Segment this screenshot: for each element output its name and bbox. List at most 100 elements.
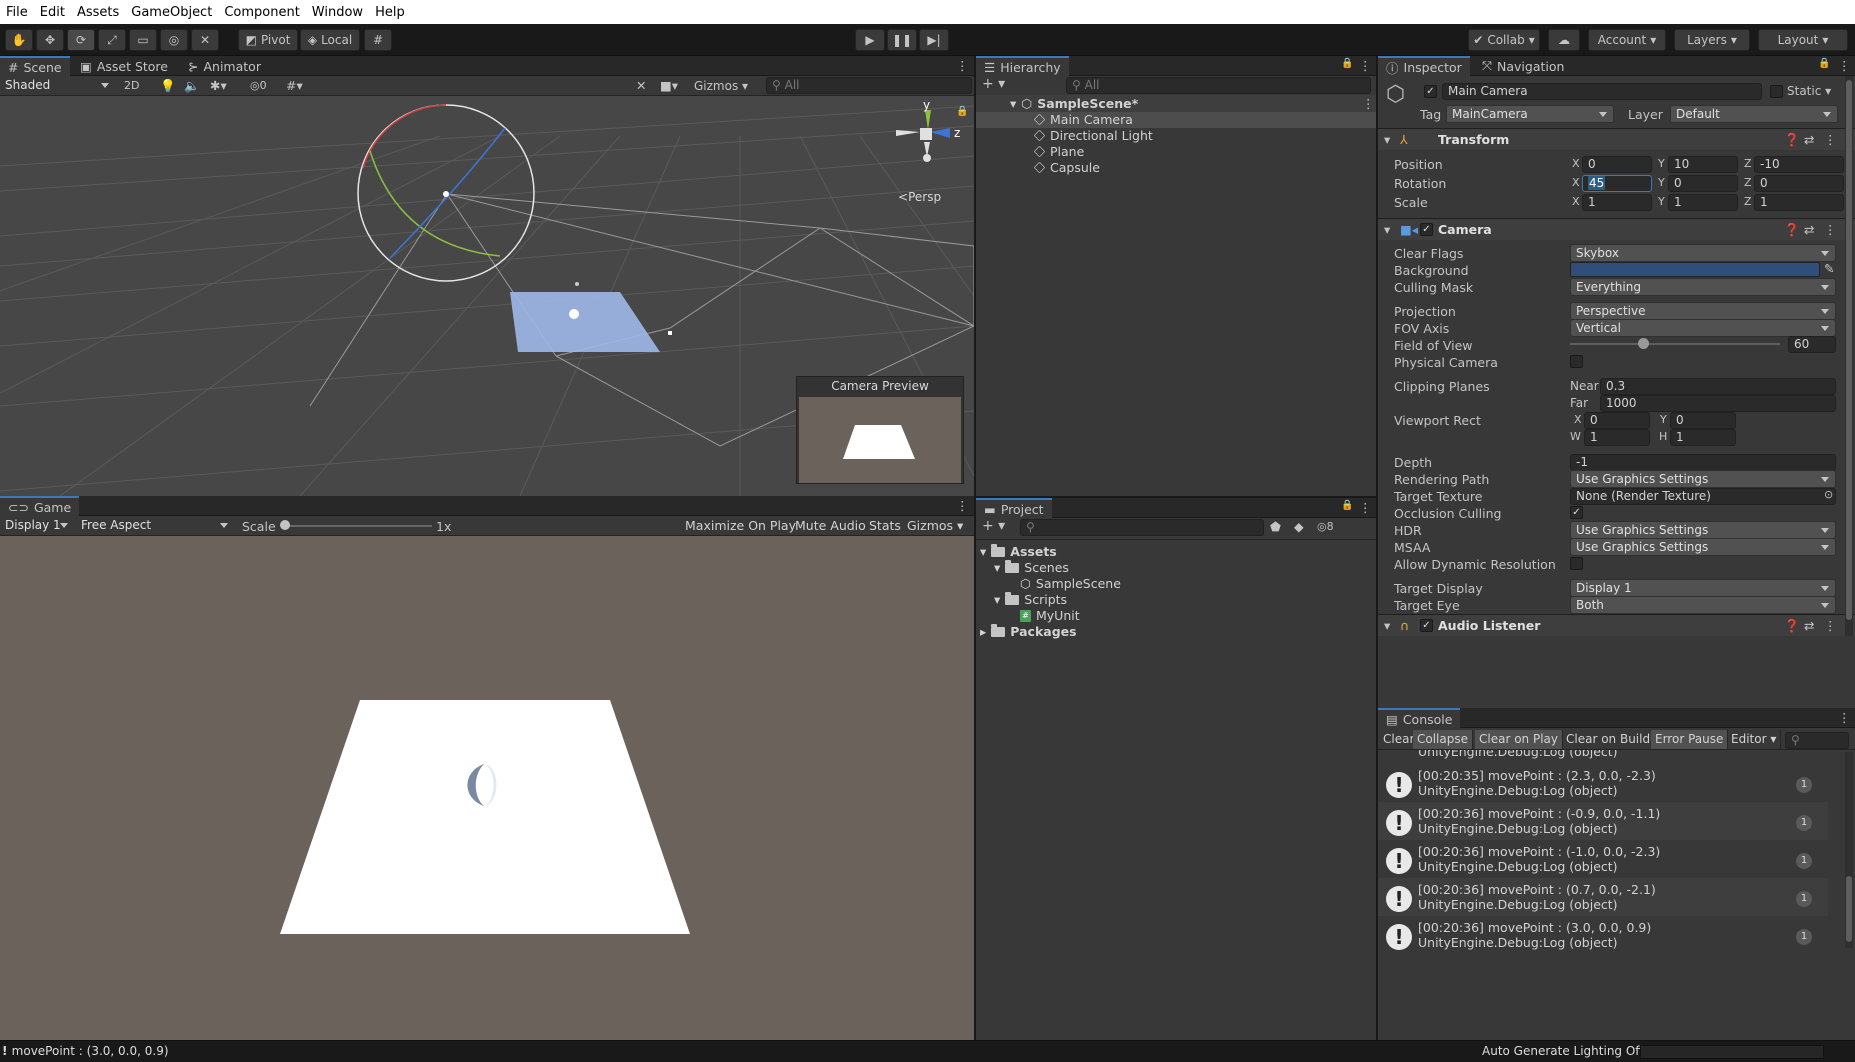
2d-toggle[interactable]: 2D bbox=[124, 79, 139, 92]
more-options-icon[interactable]: ⋮ bbox=[1359, 58, 1372, 73]
add-object-button[interactable]: + ▾ bbox=[982, 76, 1005, 92]
console-search-input[interactable]: ⚲ bbox=[1785, 732, 1849, 749]
play-button[interactable]: ▶ bbox=[855, 29, 885, 51]
local-button[interactable]: ◈ Local bbox=[300, 29, 360, 51]
more-options-icon[interactable]: ⋮ bbox=[1359, 500, 1372, 515]
culling-mask-dropdown[interactable]: Everything bbox=[1570, 278, 1836, 296]
viewport-x-field[interactable]: 0 bbox=[1584, 412, 1650, 429]
help-icon[interactable]: ❓ bbox=[1784, 618, 1800, 634]
scale-slider-track[interactable] bbox=[282, 525, 432, 527]
target-texture-field[interactable]: None (Render Texture) bbox=[1570, 488, 1836, 505]
position-x-field[interactable]: 0 bbox=[1582, 156, 1652, 173]
project-folder-assets[interactable]: ▾ Assets bbox=[980, 543, 1057, 559]
scale-x-field[interactable]: 1 bbox=[1582, 194, 1652, 211]
project-folder-scenes[interactable]: ▾ Scenes bbox=[994, 559, 1069, 575]
project-item-myunit[interactable]: # MyUnit bbox=[1020, 608, 1080, 623]
scale-y-field[interactable]: 1 bbox=[1668, 194, 1738, 211]
console-clear-on-play-toggle[interactable]: Clear on Play bbox=[1475, 730, 1563, 749]
camera-icon[interactable]: ■▾ bbox=[660, 78, 678, 93]
rotate-tool-icon[interactable]: ⟳ bbox=[67, 29, 95, 51]
transform-tool-icon[interactable]: ◎ bbox=[160, 29, 188, 51]
tab-game[interactable]: ⊂⊃ Game bbox=[0, 496, 80, 516]
collab-dropdown[interactable]: ✔ Collab ▾ bbox=[1468, 29, 1540, 51]
custom-tool-icon[interactable]: ✕ bbox=[191, 29, 219, 51]
audio-listener-checkbox[interactable]: ✓ bbox=[1420, 619, 1433, 632]
background-color-swatch[interactable] bbox=[1570, 262, 1820, 277]
tools-icon[interactable]: ✕ bbox=[636, 78, 646, 93]
far-clip-field[interactable]: 1000 bbox=[1600, 395, 1836, 412]
audio-listener-header[interactable]: ▾ ∩ ✓ Audio Listener ❓ ⇄ ⋮ bbox=[1378, 614, 1855, 636]
game-viewport[interactable] bbox=[0, 536, 974, 1040]
depth-field[interactable]: -1 bbox=[1570, 454, 1836, 471]
occlusion-culling-checkbox[interactable]: ✓ bbox=[1570, 506, 1583, 519]
tab-project[interactable]: ▬ Project bbox=[976, 498, 1052, 518]
viewport-h-field[interactable]: 1 bbox=[1670, 429, 1736, 446]
camera-header[interactable]: ▾ ■◂ ✓ Camera ❓ ⇄ ⋮ bbox=[1378, 218, 1855, 240]
console-editor-dropdown[interactable]: Editor ▾ bbox=[1727, 730, 1782, 749]
menu-gameobject[interactable]: GameObject bbox=[125, 5, 218, 20]
shading-dropdown[interactable]: Shaded bbox=[0, 77, 115, 95]
scene-search-input[interactable]: ⚲ All bbox=[766, 77, 972, 94]
help-icon[interactable]: ❓ bbox=[1784, 132, 1800, 148]
console-log-entry[interactable]: ! [00:20:36] movePoint : (0.7, 0.0, -2.1… bbox=[1378, 878, 1828, 916]
camera-enabled-checkbox[interactable]: ✓ bbox=[1420, 223, 1433, 236]
menu-file[interactable]: File bbox=[0, 5, 34, 20]
console-collapse-toggle[interactable]: Collapse bbox=[1413, 730, 1473, 749]
aspect-dropdown[interactable]: Free Aspect bbox=[76, 517, 234, 535]
preset-icon[interactable]: ⇄ bbox=[1804, 222, 1814, 237]
more-options-icon[interactable]: ⋮ bbox=[1838, 58, 1851, 73]
pause-button[interactable]: ❚❚ bbox=[887, 29, 917, 51]
scene-root-item[interactable]: ▾ ⬡ SampleScene* bbox=[1010, 96, 1138, 111]
audio-icon[interactable]: 🔈 bbox=[184, 78, 200, 94]
inspector-scrollbar[interactable] bbox=[1845, 76, 1853, 636]
layers-dropdown[interactable]: Layers ▾ bbox=[1674, 29, 1750, 51]
hand-tool-icon[interactable]: ✋ bbox=[5, 29, 33, 51]
grid-snap-icon[interactable]: # bbox=[364, 29, 392, 51]
account-dropdown[interactable]: Account ▾ bbox=[1588, 29, 1666, 51]
hierarchy-item-capsule[interactable]: Capsule bbox=[1033, 160, 1100, 175]
component-menu-icon[interactable]: ⋮ bbox=[1824, 618, 1837, 633]
hidden-packages-toggle[interactable]: ◎8 bbox=[1317, 520, 1334, 533]
component-menu-icon[interactable]: ⋮ bbox=[1824, 132, 1837, 147]
layout-dropdown[interactable]: Layout ▾ bbox=[1758, 29, 1848, 51]
dynamic-resolution-checkbox[interactable] bbox=[1570, 557, 1583, 570]
tab-scene[interactable]: # Scene bbox=[0, 56, 70, 76]
effects-icon[interactable]: ✱▾ bbox=[210, 78, 227, 93]
pivot-button[interactable]: ◩ Pivot bbox=[238, 29, 298, 51]
lock-icon[interactable]: 🔒 bbox=[1341, 58, 1353, 69]
static-checkbox[interactable] bbox=[1770, 85, 1783, 98]
display-dropdown[interactable]: Display 1 bbox=[0, 517, 74, 535]
hierarchy-item-main-camera[interactable]: Main Camera bbox=[1033, 112, 1133, 127]
tab-inspector[interactable]: ⓘ Inspector bbox=[1378, 56, 1470, 76]
game-gizmos-dropdown[interactable]: Gizmos ▾ bbox=[902, 516, 968, 535]
project-search-input[interactable]: ⚲ bbox=[1020, 519, 1264, 536]
tab-console[interactable]: ▤ Console bbox=[1378, 708, 1461, 728]
menu-assets[interactable]: Assets bbox=[71, 5, 125, 20]
active-checkbox[interactable]: ✓ bbox=[1424, 85, 1437, 98]
rotation-x-field[interactable]: 45 bbox=[1582, 175, 1652, 192]
tab-animator[interactable]: ⊱ Animator bbox=[180, 56, 269, 76]
rect-tool-icon[interactable]: ▭ bbox=[129, 29, 157, 51]
near-clip-field[interactable]: 0.3 bbox=[1600, 378, 1836, 395]
viewport-y-field[interactable]: 0 bbox=[1670, 412, 1736, 429]
console-clear-on-build-toggle[interactable]: Clear on Build bbox=[1562, 730, 1656, 749]
hierarchy-item-directional-light[interactable]: Directional Light bbox=[1033, 128, 1153, 143]
tab-hierarchy[interactable]: ☰ Hierarchy bbox=[976, 56, 1069, 76]
console-error-pause-toggle[interactable]: Error Pause bbox=[1651, 730, 1729, 749]
layer-dropdown[interactable]: Default bbox=[1670, 105, 1838, 123]
filter-type-icon[interactable]: ⬟ bbox=[1270, 519, 1281, 534]
tab-navigation[interactable]: ⤧ Navigation bbox=[1474, 56, 1572, 76]
console-log-entry[interactable]: ! [00:20:36] movePoint : (-0.9, 0.0, -1.… bbox=[1378, 802, 1828, 840]
static-dropdown[interactable]: Static ▾ bbox=[1787, 84, 1831, 98]
menu-window[interactable]: Window bbox=[306, 5, 369, 20]
msaa-dropdown[interactable]: Use Graphics Settings bbox=[1570, 538, 1836, 556]
project-folder-packages[interactable]: ▸ Packages bbox=[980, 623, 1077, 639]
menu-help[interactable]: Help bbox=[369, 5, 411, 20]
project-item-samplescene[interactable]: ⬡ SampleScene bbox=[1020, 576, 1121, 591]
scene-viewport[interactable]: y z 🔒 <Persp Camera Preview bbox=[0, 96, 974, 496]
stats-toggle[interactable]: Stats bbox=[864, 516, 906, 535]
console-scroll-thumb[interactable] bbox=[1846, 876, 1852, 942]
scale-slider-thumb[interactable] bbox=[280, 520, 290, 530]
lock-icon[interactable]: 🔒 bbox=[956, 106, 968, 117]
status-message[interactable]: ! movePoint : (3.0, 0.0, 0.9) bbox=[2, 1044, 169, 1058]
